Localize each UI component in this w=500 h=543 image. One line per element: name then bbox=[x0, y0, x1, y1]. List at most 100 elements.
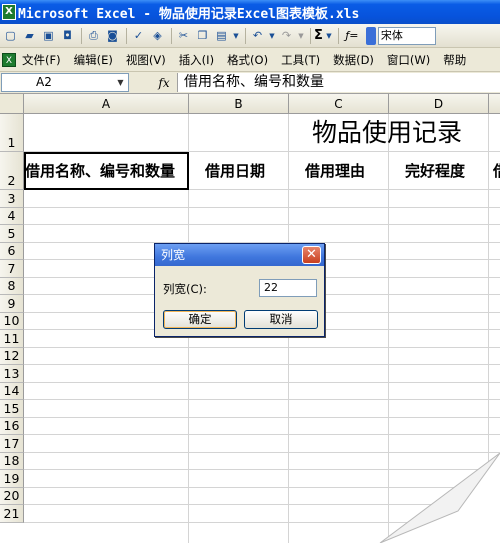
column-header-e[interactable] bbox=[489, 94, 500, 114]
toolbar-separator bbox=[337, 27, 339, 44]
formula-bar: A2 ▼ fx 借用名称、编号和数量 bbox=[0, 72, 500, 94]
row-header[interactable]: 6 bbox=[0, 242, 24, 260]
row-header[interactable]: 17 bbox=[0, 435, 24, 453]
menu-view[interactable]: 视图(V) bbox=[126, 52, 166, 68]
row-header[interactable]: 20 bbox=[0, 487, 24, 505]
dialog-title: 列宽 bbox=[161, 248, 186, 262]
row-header[interactable]: 13 bbox=[0, 365, 24, 383]
open-folder-icon[interactable]: ▰ bbox=[21, 27, 38, 44]
row-header[interactable]: 5 bbox=[0, 225, 24, 243]
copy-icon[interactable]: ❐ bbox=[194, 27, 211, 44]
row-header[interactable]: 1 bbox=[0, 114, 24, 152]
spelling-icon[interactable]: ✓ bbox=[130, 27, 147, 44]
print-icon[interactable]: ⎙ bbox=[85, 27, 102, 44]
dialog-body: 列宽(C): 22 确定 取消 bbox=[155, 266, 324, 336]
toolbar-options-icon[interactable] bbox=[365, 26, 376, 45]
name-box[interactable]: A2 ▼ bbox=[1, 73, 129, 92]
gridline bbox=[24, 399, 500, 400]
header-cell-d2[interactable]: 完好程度 bbox=[405, 152, 485, 190]
redo-dropdown-icon[interactable]: ▼ bbox=[297, 27, 305, 44]
row-header[interactable]: 4 bbox=[0, 207, 24, 225]
menu-help[interactable]: 帮助 bbox=[443, 52, 466, 68]
insert-function-icon[interactable]: ƒ= bbox=[342, 27, 362, 44]
column-header-c[interactable]: C bbox=[289, 94, 389, 114]
ok-button[interactable]: 确定 bbox=[163, 310, 237, 329]
row-header[interactable]: 11 bbox=[0, 330, 24, 348]
workbook-icon[interactable]: X bbox=[2, 52, 16, 67]
row-header[interactable]: 2 bbox=[0, 152, 24, 190]
gridline bbox=[24, 434, 500, 435]
gridline bbox=[24, 504, 500, 505]
sheet-title-cell[interactable]: 物品使用记录 bbox=[312, 114, 500, 152]
autosum-icon[interactable]: Σ bbox=[314, 28, 323, 43]
toolbar-separator bbox=[171, 27, 172, 44]
header-cell-c2[interactable]: 借用理由 bbox=[305, 152, 385, 190]
gridline bbox=[24, 416, 500, 418]
cancel-button[interactable]: 取消 bbox=[244, 310, 318, 329]
cell-reference: A2 bbox=[36, 75, 52, 89]
row-header[interactable]: 14 bbox=[0, 382, 24, 400]
menu-bar: X 文件(F) 编辑(E) 视图(V) 插入(I) 格式(O) 工具(T) 数据… bbox=[0, 48, 500, 72]
paste-dropdown-icon[interactable]: ▼ bbox=[232, 27, 240, 44]
select-all-corner[interactable] bbox=[0, 94, 24, 114]
new-document-icon[interactable]: ▢ bbox=[2, 27, 19, 44]
row-header[interactable]: 12 bbox=[0, 347, 24, 365]
column-header-d[interactable]: D bbox=[389, 94, 489, 114]
gridline bbox=[24, 451, 500, 453]
menu-data[interactable]: 数据(D) bbox=[333, 52, 374, 68]
row-header[interactable]: 16 bbox=[0, 417, 24, 435]
excel-app-icon[interactable]: X bbox=[2, 4, 16, 20]
row-header[interactable]: 7 bbox=[0, 260, 24, 278]
column-width-input[interactable]: 22 bbox=[259, 279, 317, 297]
column-header-b[interactable]: B bbox=[189, 94, 289, 114]
row-header[interactable]: 8 bbox=[0, 277, 24, 295]
font-name-select[interactable]: 宋体 bbox=[377, 26, 436, 45]
header-cell-e2[interactable]: 借 bbox=[493, 152, 500, 190]
toolbar-separator bbox=[81, 27, 82, 44]
menu-format[interactable]: 格式(O) bbox=[227, 52, 268, 68]
gridline bbox=[24, 364, 500, 365]
row-header[interactable]: 10 bbox=[0, 312, 24, 330]
row-header[interactable]: 15 bbox=[0, 400, 24, 418]
menu-file[interactable]: 文件(F) bbox=[22, 52, 61, 68]
menu-insert[interactable]: 插入(I) bbox=[179, 52, 214, 68]
gridline bbox=[24, 224, 500, 225]
title-bar: X Microsoft Excel - 物品使用记录Excel图表模板.xls bbox=[0, 0, 500, 24]
row-header[interactable]: 18 bbox=[0, 452, 24, 470]
window-title: Microsoft Excel - 物品使用记录Excel图表模板.xls bbox=[18, 6, 360, 22]
permission-icon[interactable]: ◘ bbox=[59, 27, 76, 44]
menu-window[interactable]: 窗口(W) bbox=[387, 52, 430, 68]
page-curl-decoration bbox=[379, 453, 500, 543]
gridline bbox=[24, 521, 500, 523]
name-box-dropdown-icon[interactable]: ▼ bbox=[114, 75, 127, 90]
gridline bbox=[24, 486, 500, 488]
paste-icon[interactable]: ▤ bbox=[213, 27, 230, 44]
insert-function-button[interactable]: fx bbox=[151, 76, 177, 90]
cut-icon[interactable]: ✂ bbox=[175, 27, 192, 44]
toolbar-separator bbox=[126, 27, 127, 44]
standard-toolbar: ▢ ▰ ▣ ◘ ⎙ ◙ ✓ ◈ ✂ ❐ ▤ ▼ ↶ ▼ ↷ ▼ Σ ▼ ƒ= 宋… bbox=[0, 24, 500, 48]
print-preview-icon[interactable]: ◙ bbox=[104, 27, 121, 44]
menu-tools[interactable]: 工具(T) bbox=[281, 52, 320, 68]
save-icon[interactable]: ▣ bbox=[40, 27, 57, 44]
formula-input[interactable]: 借用名称、编号和数量 bbox=[177, 73, 500, 92]
row-header[interactable]: 19 bbox=[0, 470, 24, 488]
undo-icon[interactable]: ↶ bbox=[249, 27, 266, 44]
menu-edit[interactable]: 编辑(E) bbox=[74, 52, 113, 68]
undo-dropdown-icon[interactable]: ▼ bbox=[268, 27, 276, 44]
gridline bbox=[24, 469, 500, 470]
column-width-dialog: 列宽 ✕ 列宽(C): 22 确定 取消 bbox=[154, 243, 325, 337]
toolbar-separator bbox=[245, 27, 246, 44]
column-width-label: 列宽(C): bbox=[163, 282, 207, 296]
redo-icon[interactable]: ↷ bbox=[278, 27, 295, 44]
research-icon[interactable]: ◈ bbox=[149, 27, 166, 44]
close-icon[interactable]: ✕ bbox=[302, 246, 321, 264]
header-cell-b2[interactable]: 借用日期 bbox=[205, 152, 285, 190]
gridline bbox=[24, 381, 500, 383]
row-header[interactable]: 21 bbox=[0, 505, 24, 523]
row-header[interactable]: 9 bbox=[0, 295, 24, 313]
column-header-a[interactable]: A bbox=[24, 94, 189, 114]
dialog-title-bar: 列宽 ✕ bbox=[155, 244, 324, 266]
autosum-dropdown-icon[interactable]: ▼ bbox=[325, 27, 333, 44]
row-header[interactable]: 3 bbox=[0, 190, 24, 208]
